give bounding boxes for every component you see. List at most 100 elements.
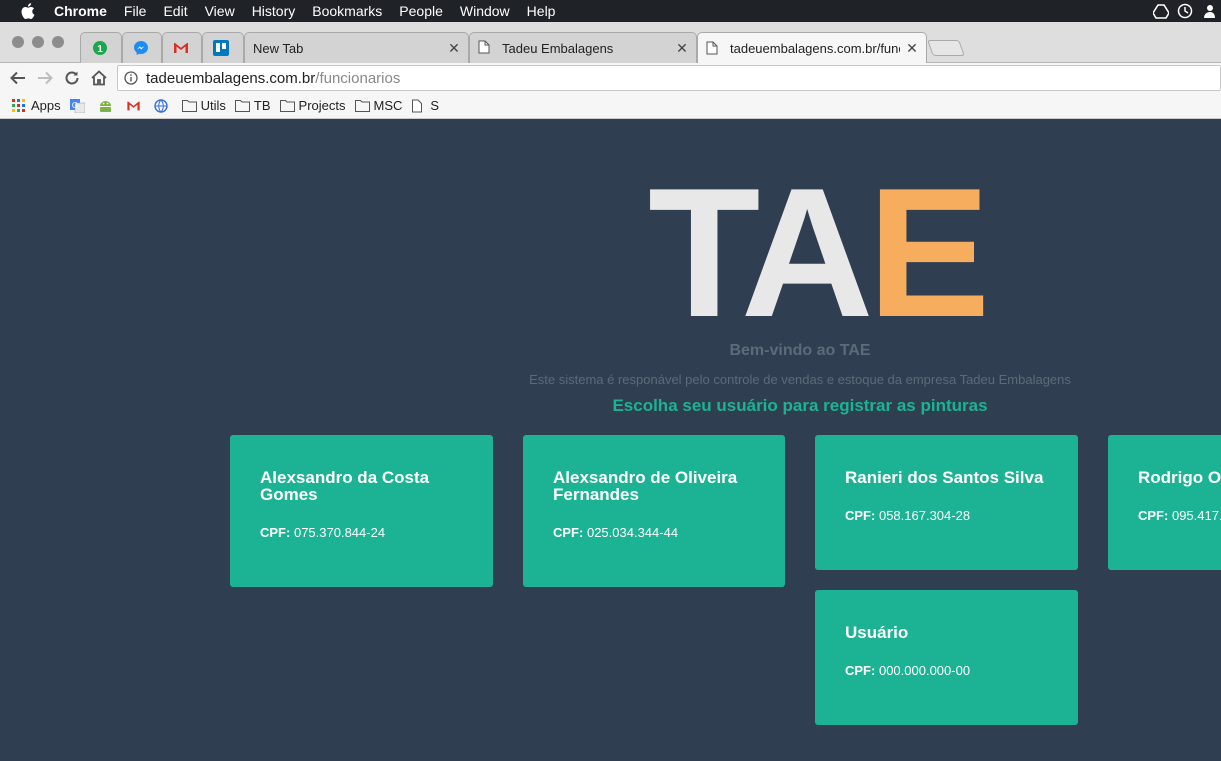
- bookmarks-bar: Apps G Utils TB Projects MSC S: [0, 93, 1221, 119]
- welcome-heading: Bem-vindo ao TAE: [729, 342, 871, 359]
- user-card[interactable]: Alexsandro de Oliveira Fernandes CPF: 02…: [523, 435, 785, 587]
- cpf-label: CPF:: [1138, 508, 1169, 523]
- user-cpf: CPF: 095.417.0: [1138, 508, 1221, 523]
- user-card[interactable]: Rodrigo Oli CPF: 095.417.0: [1108, 435, 1221, 570]
- bookmark-page-s[interactable]: S: [411, 98, 439, 113]
- gmail-icon: [173, 40, 189, 56]
- bookmark-android[interactable]: [98, 99, 117, 113]
- tab-title: New Tab: [253, 40, 304, 56]
- menu-view[interactable]: View: [205, 0, 235, 22]
- globe-icon: [153, 98, 169, 113]
- menu-edit[interactable]: Edit: [163, 0, 187, 22]
- page-content: TAE Bem-vindo ao TAE Este sistema é resp…: [0, 120, 1221, 761]
- folder-icon: [354, 99, 370, 113]
- user-cpf: CPF: 058.167.304-28: [845, 508, 1048, 523]
- time-machine-icon[interactable]: [1177, 3, 1193, 19]
- user-name: Usuário: [845, 623, 909, 642]
- bookmark-folder-utils[interactable]: Utils: [181, 98, 226, 113]
- zoom-window-button[interactable]: [52, 36, 64, 48]
- menu-window[interactable]: Window: [460, 0, 510, 22]
- folder-icon: [234, 99, 250, 113]
- cpf-value: 000.000.000-00: [878, 663, 971, 678]
- user-cpf: CPF: 025.034.344-44: [553, 525, 755, 540]
- user-cpf: CPF: 000.000.000-00: [845, 663, 1048, 678]
- cpf-label: CPF:: [845, 663, 876, 678]
- reload-icon[interactable]: [63, 69, 81, 87]
- system-description: Este sistema é responável pelo controle …: [529, 372, 1071, 387]
- menu-bookmarks[interactable]: Bookmarks: [312, 0, 382, 22]
- tab-title: Tadeu Embalagens: [502, 40, 614, 56]
- messenger-icon: [133, 40, 149, 56]
- user-name: Alexsandro de Oliveira Fernandes: [553, 468, 738, 504]
- trello-icon: [213, 40, 229, 56]
- page-icon: [411, 99, 426, 113]
- bookmark-folder-tb[interactable]: TB: [234, 98, 271, 113]
- svg-text:1: 1: [97, 44, 103, 55]
- bookmark-folder-msc[interactable]: MSC: [354, 98, 403, 113]
- cpf-label: CPF:: [553, 525, 584, 540]
- tab-strip: 1 New Tab ✕ Tadeu Embalagens ✕ tadeuemba…: [0, 22, 1221, 64]
- bookmark-label: Utils: [200, 98, 226, 113]
- user-cpf: CPF: 075.370.844-24: [260, 525, 463, 540]
- close-tab-icon[interactable]: ✕: [676, 40, 688, 57]
- logo-accent-text: E: [867, 149, 991, 355]
- android-icon: [98, 99, 113, 113]
- 1password-icon: 1: [92, 40, 108, 56]
- cpf-value: 095.417.0: [1171, 508, 1221, 523]
- cpf-label: CPF:: [260, 525, 291, 540]
- url-path: /funcionarios: [315, 69, 401, 87]
- bookmark-label: S: [430, 98, 440, 113]
- new-tab-button[interactable]: [927, 40, 965, 56]
- page-icon: [478, 40, 494, 56]
- user-card[interactable]: Alexsandro da Costa Gomes CPF: 075.370.8…: [230, 435, 493, 587]
- apps-grid-icon: [12, 98, 27, 113]
- close-window-button[interactable]: [12, 36, 24, 48]
- back-arrow-icon[interactable]: [9, 69, 27, 87]
- logo-text: TA: [648, 149, 874, 355]
- minimize-window-button[interactable]: [32, 36, 44, 48]
- bookmark-label: Projects: [298, 98, 346, 113]
- pinned-tab-trello[interactable]: [202, 32, 244, 63]
- close-tab-icon[interactable]: ✕: [448, 40, 460, 57]
- home-icon[interactable]: [90, 69, 108, 87]
- pinned-tab-1password[interactable]: 1: [80, 32, 122, 63]
- user-card[interactable]: Usuário CPF: 000.000.000-00: [815, 590, 1078, 725]
- tab-new-tab[interactable]: New Tab ✕: [244, 32, 469, 63]
- bookmark-globe[interactable]: [153, 98, 173, 113]
- bookmark-label: TB: [253, 98, 271, 113]
- pinned-tab-gmail[interactable]: [162, 32, 202, 63]
- site-info-icon[interactable]: [124, 71, 138, 85]
- bookmark-translate[interactable]: G: [69, 98, 89, 113]
- user-name: Ranieri dos Santos Silva: [845, 468, 1044, 487]
- cpf-value: 058.167.304-28: [878, 508, 971, 523]
- menu-help[interactable]: Help: [527, 0, 556, 22]
- bookmark-apps[interactable]: Apps: [12, 98, 61, 113]
- bookmark-label: Apps: [31, 98, 61, 113]
- user-account-icon[interactable]: [1201, 3, 1217, 19]
- close-tab-icon[interactable]: ✕: [906, 40, 918, 57]
- pinned-tab-messenger[interactable]: [122, 32, 162, 63]
- choose-user-prompt: Escolha seu usuário para registrar as pi…: [612, 396, 988, 415]
- svg-text:G: G: [72, 101, 78, 110]
- forward-arrow-icon[interactable]: [36, 69, 54, 87]
- bookmark-folder-projects[interactable]: Projects: [279, 98, 346, 113]
- user-name: Rodrigo Oli: [1138, 468, 1221, 487]
- bookmark-label: MSC: [373, 98, 403, 113]
- browser-toolbar: tadeuembalagens.com.br/funcionarios: [0, 63, 1221, 93]
- user-card[interactable]: Ranieri dos Santos Silva CPF: 058.167.30…: [815, 435, 1078, 570]
- bookmark-gmail[interactable]: [126, 99, 145, 113]
- page-icon: [706, 41, 722, 57]
- tab-tadeu-embalagens[interactable]: Tadeu Embalagens ✕: [469, 32, 697, 63]
- menu-app-name[interactable]: Chrome: [54, 0, 107, 22]
- tab-funcionarios[interactable]: tadeuembalagens.com.br/funcionarios ✕: [697, 32, 927, 64]
- apple-icon[interactable]: [21, 3, 35, 19]
- cpf-label: CPF:: [845, 508, 876, 523]
- cpf-value: 025.034.344-44: [586, 525, 679, 540]
- mac-menu-bar: Chrome File Edit View History Bookmarks …: [0, 0, 1221, 22]
- menu-people[interactable]: People: [399, 0, 443, 22]
- menu-file[interactable]: File: [124, 0, 147, 22]
- folder-icon: [181, 99, 197, 113]
- menu-history[interactable]: History: [252, 0, 296, 22]
- address-bar[interactable]: tadeuembalagens.com.br/funcionarios: [117, 65, 1221, 91]
- google-drive-icon[interactable]: [1152, 3, 1170, 19]
